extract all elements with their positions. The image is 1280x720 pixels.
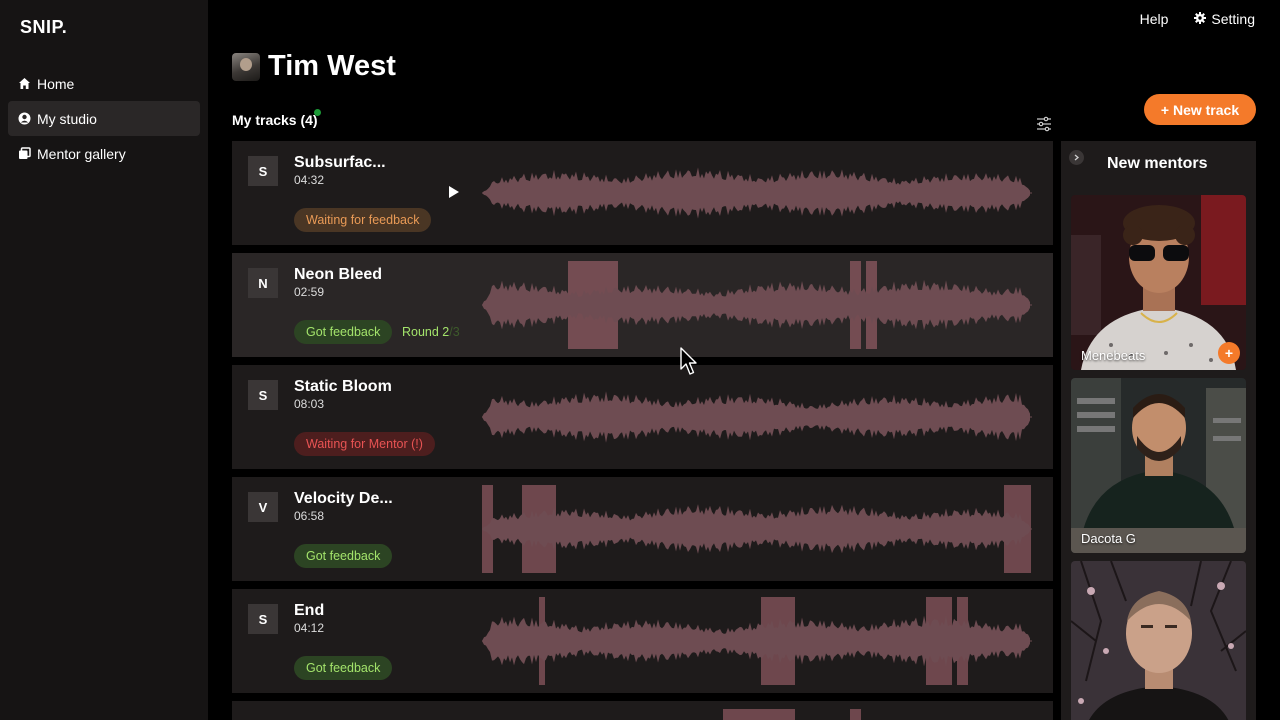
collapse-panel-button[interactable] (1069, 150, 1084, 165)
track-initial: V (248, 492, 278, 522)
track-initial: S (248, 156, 278, 186)
add-mentor-button[interactable]: + (1218, 342, 1240, 364)
mentors-title: New mentors (1107, 155, 1208, 172)
setting-link[interactable]: Setting (1194, 11, 1255, 27)
waveform[interactable] (482, 377, 1032, 457)
status-badge: Got feedback (294, 320, 393, 344)
round-label: Round 2 (402, 325, 450, 339)
status-badge: Got feedback (294, 544, 393, 568)
user-circle-icon (18, 112, 31, 125)
mentor-name: Menebeats (1081, 348, 1146, 363)
sidebar-nav: Home My studio Mentor gallery (8, 66, 200, 171)
mentor-card[interactable] (1071, 561, 1246, 720)
feedback-segment[interactable] (723, 709, 795, 720)
track-duration: 04:12 (294, 621, 325, 635)
sidebar-item-label: Home (37, 75, 75, 92)
filter-icon[interactable] (1036, 116, 1052, 132)
sidebar-item-label: Mentor gallery (37, 145, 126, 162)
gallery-icon (18, 147, 31, 160)
track-duration: 04:32 (294, 173, 325, 187)
track-duration: 08:03 (294, 397, 325, 411)
tracks-heading: My tracks (4) (232, 112, 318, 128)
home-icon (18, 77, 31, 90)
track-duration: 02:59 (294, 285, 325, 299)
setting-label: Setting (1211, 11, 1255, 27)
sidebar-item-my-studio[interactable]: My studio (8, 101, 200, 136)
profile-header: Tim West (232, 50, 396, 83)
new-mentors-panel: New mentors Menebeats + Dacota G (1061, 141, 1256, 720)
status-badge: Got feedback (294, 656, 393, 680)
status-badge: Waiting for feedback (294, 208, 432, 232)
mentor-photo (1071, 378, 1246, 553)
round-total: /3 (449, 325, 460, 339)
track-initial: N (248, 268, 278, 298)
gear-icon (1194, 11, 1207, 27)
waveform[interactable] (482, 601, 1032, 681)
help-link[interactable]: Help (1140, 11, 1169, 27)
page-title: Tim West (268, 50, 396, 82)
mentor-card[interactable]: Menebeats + (1071, 195, 1246, 370)
mentor-card[interactable]: Dacota G (1071, 378, 1246, 553)
track-name: Subsurfac... (294, 154, 386, 171)
app-logo[interactable]: SNIP. (20, 17, 67, 38)
avatar (232, 52, 260, 81)
sidebar-item-label: My studio (37, 110, 97, 127)
track-name: End (294, 602, 325, 619)
track-name: Neon Bleed (294, 266, 383, 283)
track-name: Static Bloom (294, 378, 392, 395)
track-row[interactable]: S Subsurfac... 04:32 Waiting for feedbac… (232, 141, 1053, 245)
top-bar: Help Setting (1140, 11, 1255, 27)
sidebar-item-home[interactable]: Home (8, 66, 200, 101)
new-track-button[interactable]: + New track (1144, 94, 1256, 125)
sidebar: SNIP. Home My studio Mentor gallery (0, 0, 208, 720)
track-initial: S (248, 380, 278, 410)
track-row[interactable]: S End 04:12 Got feedback (232, 589, 1053, 693)
track-row[interactable]: N Neon Bleed 02:59 Got feedback Round 2/… (232, 253, 1053, 357)
chevron-right-icon (1074, 154, 1080, 161)
track-duration: 06:58 (294, 509, 325, 523)
waveform[interactable] (482, 153, 1032, 233)
waveform[interactable] (482, 265, 1032, 345)
track-row[interactable]: V Velocity De... 06:58 Got feedback (232, 477, 1053, 581)
waveform[interactable] (482, 489, 1032, 569)
feedback-segment[interactable] (850, 709, 861, 720)
mentor-name: Dacota G (1081, 531, 1136, 546)
sidebar-item-mentor-gallery[interactable]: Mentor gallery (8, 136, 200, 171)
track-initial: S (248, 604, 278, 634)
mentor-photo (1071, 561, 1246, 720)
status-badge: Waiting for Mentor (!) (294, 432, 435, 456)
track-row[interactable] (232, 701, 1053, 720)
mentor-photo (1071, 195, 1246, 370)
track-name: Velocity De... (294, 490, 393, 507)
online-indicator (314, 109, 321, 116)
round-indicator: Round 2/3 (402, 325, 460, 339)
track-row[interactable]: S Static Bloom 08:03 Waiting for Mentor … (232, 365, 1053, 469)
play-icon[interactable] (448, 185, 460, 199)
